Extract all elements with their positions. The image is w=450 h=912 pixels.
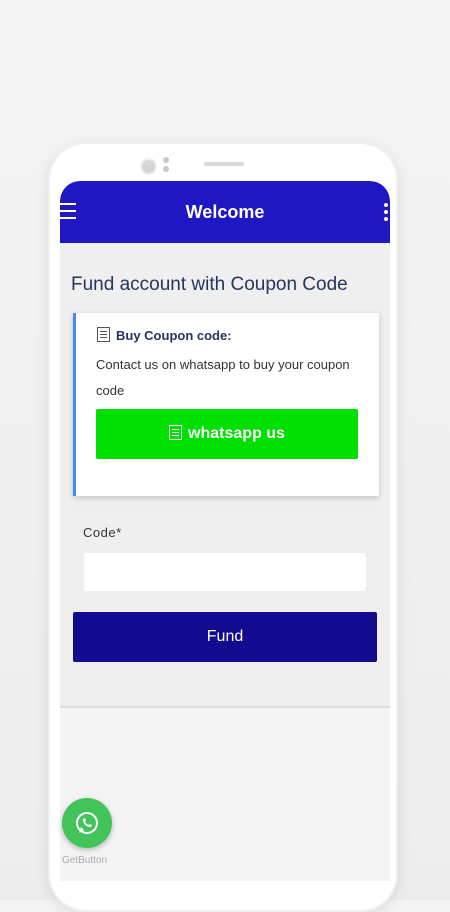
- getbutton-credit: GetButton: [62, 855, 108, 866]
- lower-area: [60, 708, 390, 881]
- sensor: [163, 157, 169, 163]
- code-label: Code*: [83, 525, 122, 540]
- page-title: Fund account with Coupon Code: [71, 274, 348, 295]
- code-input[interactable]: [84, 553, 366, 591]
- card-description: Contact us on whatsapp to buy your coupo…: [96, 357, 350, 398]
- card-heading: Buy Coupon code:: [97, 327, 232, 343]
- app-screen: Welcome Fund account with Coupon Code Bu…: [60, 181, 390, 881]
- coupon-info-card: Buy Coupon code: Contact us on whatsapp …: [73, 313, 379, 496]
- speaker: [204, 162, 244, 166]
- whatsapp-us-button[interactable]: whatsapp us: [96, 409, 358, 459]
- card-heading-text: Buy Coupon code:: [116, 328, 232, 343]
- sensor-2: [163, 166, 169, 172]
- app-bar: Welcome: [60, 181, 390, 243]
- app-title: Welcome: [185, 202, 265, 222]
- camera: [140, 158, 157, 175]
- whatsapp-float-button[interactable]: [62, 798, 112, 848]
- document-icon: [169, 425, 183, 440]
- whatsapp-icon: [76, 812, 98, 834]
- fund-button[interactable]: Fund: [73, 612, 377, 662]
- more-vert-icon[interactable]: [384, 203, 390, 223]
- whatsapp-us-label: whatsapp us: [188, 425, 285, 442]
- document-icon: [97, 327, 110, 342]
